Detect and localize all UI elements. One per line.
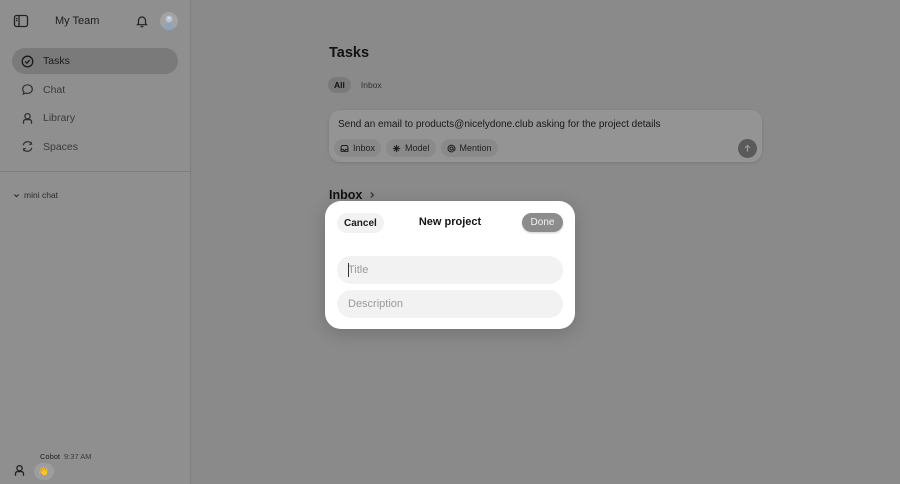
filter-tabs: All Inbox	[328, 77, 392, 93]
chat-time: 9:37 AM	[64, 452, 92, 461]
team-name[interactable]: My Team	[55, 15, 99, 27]
sparkle-icon	[392, 144, 401, 152]
chevron-right-icon	[370, 192, 375, 198]
sidebar-divider	[0, 171, 190, 172]
inbox-tray-icon	[340, 144, 349, 152]
title-field[interactable]	[337, 256, 563, 284]
chip-label: Inbox	[353, 143, 376, 153]
chevron-down-icon	[13, 193, 20, 197]
wave-emoji: 👋	[38, 466, 50, 476]
mention-chip[interactable]: Mention	[440, 139, 498, 157]
sidebar-item-label: Spaces	[43, 140, 79, 153]
tab-all[interactable]: All	[328, 77, 351, 93]
bell-icon[interactable]	[135, 14, 149, 28]
sidebar: My Team Tasks Chat Library Spaces mini c…	[0, 0, 191, 484]
text-caret	[348, 263, 349, 277]
inbox-heading-label: Inbox	[329, 188, 363, 202]
inbox-chip[interactable]: Inbox	[334, 139, 382, 157]
check-circle-icon	[21, 55, 34, 67]
chip-label: Mention	[459, 143, 492, 153]
at-sign-icon	[447, 144, 456, 152]
cycle-icon	[22, 141, 33, 152]
composer-chips: Inbox Model Mention	[334, 139, 503, 157]
sidebar-item-label: Library	[43, 112, 76, 124]
sidebar-header: My Team	[0, 0, 190, 42]
composer-text[interactable]: Send an email to products@nicelydone.clu…	[338, 119, 661, 130]
model-chip[interactable]: Model	[386, 139, 436, 157]
user-avatar[interactable]	[160, 12, 178, 30]
sidebar-toggle-icon[interactable]	[13, 13, 29, 29]
sidebar-item-tasks[interactable]: Tasks	[12, 48, 178, 74]
task-composer[interactable]: Send an email to products@nicelydone.clu…	[329, 110, 762, 162]
page-title: Tasks	[329, 45, 370, 61]
tab-inbox[interactable]: Inbox	[355, 77, 388, 93]
new-project-dialog: Cancel New project Done	[325, 201, 575, 329]
person-icon[interactable]	[13, 464, 26, 477]
done-button[interactable]: Done	[522, 213, 563, 232]
chat-bubble-icon	[22, 84, 33, 95]
chat-message-bubble[interactable]: 👋	[34, 463, 54, 480]
chip-label: Model	[405, 143, 430, 153]
sidebar-item-library[interactable]: Library	[12, 105, 178, 131]
chat-sender: Cobot	[40, 452, 61, 461]
sidebar-item-label: Chat	[43, 83, 66, 96]
sidebar-item-label: Tasks	[43, 55, 70, 67]
sidebar-item-spaces[interactable]: Spaces	[12, 134, 178, 160]
mini-chat-toggle[interactable]: mini chat	[13, 190, 58, 200]
person-icon	[22, 112, 33, 124]
description-field[interactable]	[337, 290, 563, 318]
mini-chat-label: mini chat	[24, 190, 59, 200]
inbox-section-heading[interactable]: Inbox	[329, 188, 376, 202]
sidebar-item-chat[interactable]: Chat	[12, 77, 178, 103]
chat-message-meta: Cobot 9:37 AM	[40, 452, 92, 461]
arrow-up-icon	[744, 144, 751, 152]
sidebar-nav: Tasks Chat Library Spaces	[12, 48, 178, 162]
send-button[interactable]	[738, 139, 757, 158]
